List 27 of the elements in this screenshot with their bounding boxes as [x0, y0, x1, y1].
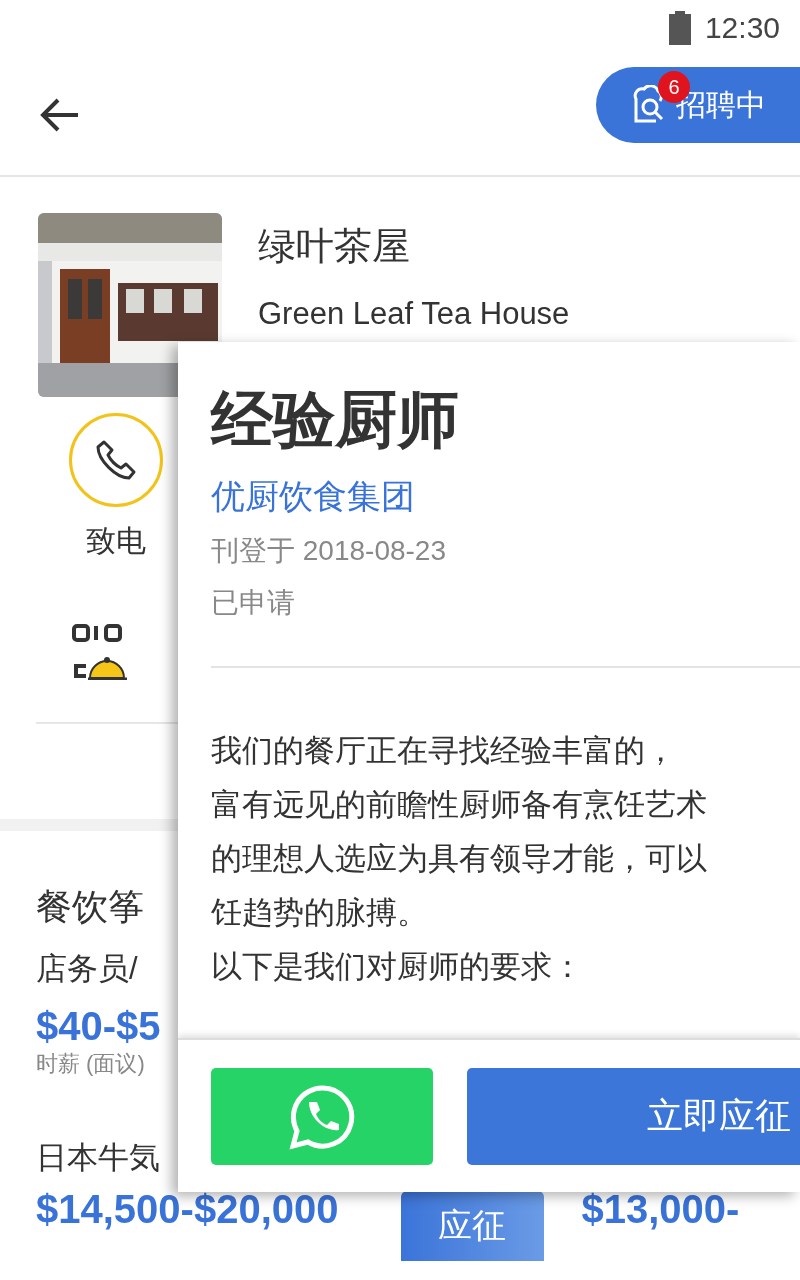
chat-phone-icon: [289, 1083, 355, 1150]
description-line: 饪趋势的脉搏。: [211, 894, 429, 932]
company-link[interactable]: 优厨饮食集团: [211, 474, 800, 520]
qr-bell-icon: [72, 624, 128, 680]
store-name: 绿叶茶屋: [258, 224, 411, 269]
battery-icon: [668, 10, 691, 45]
description-line: 富有远见的前瞻性厨师备有烹饪艺术: [211, 786, 708, 824]
apply-button[interactable]: 应征: [400, 1191, 544, 1261]
description-line: 以下是我们对厨师的要求：: [211, 948, 584, 986]
description-line: 我们的餐厅正在寻找经验丰富的，: [211, 732, 677, 770]
phone-icon: [94, 438, 138, 482]
salary: $40-$5: [36, 1004, 161, 1049]
store-name-english: Green Leaf Tea House: [258, 296, 570, 332]
action-label: 致电: [86, 523, 146, 559]
back-icon[interactable]: [40, 98, 80, 132]
application-status: 已申请: [211, 586, 296, 620]
job-title[interactable]: 店务员/: [36, 948, 138, 990]
status-time: 12:30: [704, 10, 780, 45]
salary: $14,500-$20,000: [36, 1187, 339, 1232]
description-line: 的理想人选应为具有领导才能，可以: [211, 840, 708, 878]
salary: $13,000-: [581, 1187, 740, 1232]
salary-note: 时薪 (面议): [36, 1050, 145, 1078]
job-title: 经验厨师: [211, 384, 460, 456]
apply-now-button[interactable]: 立即应征: [467, 1068, 800, 1165]
posted-date: 刊登于 2018-08-23: [211, 534, 447, 568]
job-title[interactable]: 日本牛気: [36, 1137, 160, 1179]
section-title: 餐饮筝: [36, 885, 144, 929]
